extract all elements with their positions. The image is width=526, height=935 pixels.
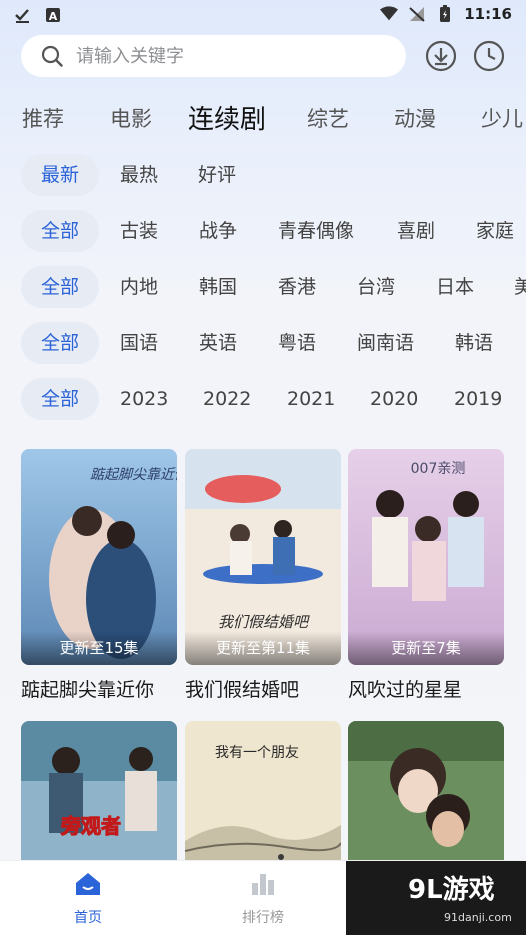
poster-image[interactable]: 我们假结婚吧 更新至第11集 [185, 449, 341, 665]
nav-ranking[interactable]: 排行榜 [223, 871, 303, 927]
status-time: 11:16 [464, 5, 512, 23]
download-done-icon [15, 9, 29, 23]
filter-chip[interactable]: 好评 [198, 154, 236, 196]
show-title[interactable]: 我们假结婚吧 [185, 675, 341, 702]
poster-title-text: 踮起脚尖靠近你 [90, 467, 177, 483]
no-signal-icon [409, 7, 425, 22]
update-badge: 更新至15集 [21, 631, 177, 665]
bottom-nav: 首页 排行榜 9L游戏 91danji.com [0, 860, 526, 935]
show-card[interactable]: 我们假结婚吧 更新至第11集 我们假结婚吧 [185, 449, 341, 702]
filter-chip[interactable]: 美 [514, 266, 526, 308]
poster-image[interactable]: 踮起脚尖靠近你 更新至15集 [21, 449, 177, 665]
show-card[interactable]: 踮起脚尖靠近你 更新至15集 踮起脚尖靠近你 [21, 449, 177, 702]
tab-movies[interactable]: 电影 [110, 103, 152, 133]
filter-chip[interactable]: 战争 [199, 210, 237, 252]
filter-chip[interactable]: 韩语 [455, 322, 493, 364]
filter-chip[interactable]: 喜剧 [397, 210, 435, 252]
filter-chip[interactable]: 闽南语 [357, 322, 414, 364]
home-icon [76, 873, 100, 895]
poster-title-text: 我们假结婚吧 [218, 613, 310, 631]
tab-kids[interactable]: 少儿 [481, 103, 523, 133]
show-card[interactable]: 007亲测 更新至7集 风吹过的星星 [348, 449, 504, 702]
search-icon [41, 45, 63, 67]
nav-home-label: 首页 [74, 910, 102, 926]
download-icon[interactable] [425, 40, 457, 72]
poster-title-text: 007亲测 [411, 461, 466, 477]
filter-chip[interactable]: 2023 [120, 378, 168, 420]
filter-chip[interactable]: 英语 [199, 322, 237, 364]
poster-image[interactable]: 007亲测 更新至7集 [348, 449, 504, 665]
app-notification-icon: A [46, 8, 60, 23]
filter-chip[interactable]: 2019 [454, 378, 502, 420]
filter-chip[interactable]: 国语 [120, 322, 158, 364]
watermark-sub: 91danji.com [444, 911, 512, 924]
tab-series[interactable]: 连续剧 [188, 99, 266, 136]
poster-title-text: 我有一个朋友 [215, 745, 299, 761]
filter-chip[interactable]: 香港 [278, 266, 316, 308]
search-bar[interactable] [21, 35, 406, 77]
search-input[interactable] [76, 43, 396, 69]
filter-chip[interactable]: 古装 [120, 210, 158, 252]
filter-row-year: 全部 2023 2022 2021 2020 2019 [0, 378, 526, 422]
filter-chip[interactable]: 台湾 [357, 266, 395, 308]
filter-chip[interactable]: 日本 [436, 266, 474, 308]
filter-chip[interactable]: 最热 [120, 154, 158, 196]
filter-chip-selected[interactable]: 全部 [21, 266, 99, 308]
filter-row-language: 全部 国语 英语 粤语 闽南语 韩语 [0, 322, 526, 366]
filter-chip[interactable]: 内地 [120, 266, 158, 308]
filter-row-sort: 最新 最热 好评 [0, 154, 526, 198]
filter-chip-selected[interactable]: 最新 [21, 154, 99, 196]
bar-chart-icon [252, 874, 274, 895]
filter-chip-selected[interactable]: 全部 [21, 322, 99, 364]
nav-home[interactable]: 首页 [48, 871, 128, 927]
show-title[interactable]: 风吹过的星星 [348, 675, 504, 702]
wifi-icon [380, 6, 399, 21]
filter-chip[interactable]: 家庭 [476, 210, 514, 252]
filter-chip[interactable]: 2020 [370, 378, 418, 420]
filter-row-region: 全部 内地 韩国 香港 台湾 日本 美 [0, 266, 526, 310]
category-tabs: 推荐 电影 连续剧 综艺 动漫 少儿 [0, 95, 526, 139]
filter-chip[interactable]: 韩国 [199, 266, 237, 308]
history-clock-icon[interactable] [473, 40, 505, 72]
watermark: 9L游戏 91danji.com [346, 861, 526, 935]
update-badge: 更新至7集 [348, 631, 504, 665]
svg-text:A: A [49, 10, 58, 23]
filter-chip[interactable]: 2022 [203, 378, 251, 420]
filter-chip-selected[interactable]: 全部 [21, 210, 99, 252]
filter-row-genre: 全部 古装 战争 青春偶像 喜剧 家庭 [0, 210, 526, 254]
tab-anime[interactable]: 动漫 [394, 103, 436, 133]
watermark-text: 9L游戏 [408, 875, 495, 905]
filter-chip[interactable]: 青春偶像 [278, 210, 354, 252]
filter-chip[interactable]: 2021 [287, 378, 335, 420]
filter-chip[interactable]: 粤语 [278, 322, 316, 364]
poster-title-text: 旁观者 [60, 814, 121, 838]
show-title[interactable]: 踮起脚尖靠近你 [21, 675, 177, 702]
nav-ranking-label: 排行榜 [242, 910, 284, 926]
update-badge: 更新至第11集 [185, 631, 341, 665]
tab-recommend[interactable]: 推荐 [22, 103, 64, 133]
status-bar: A 11:16 [0, 0, 526, 30]
tab-variety[interactable]: 综艺 [307, 103, 349, 133]
filter-chip-selected[interactable]: 全部 [21, 378, 99, 420]
battery-icon [440, 5, 451, 22]
